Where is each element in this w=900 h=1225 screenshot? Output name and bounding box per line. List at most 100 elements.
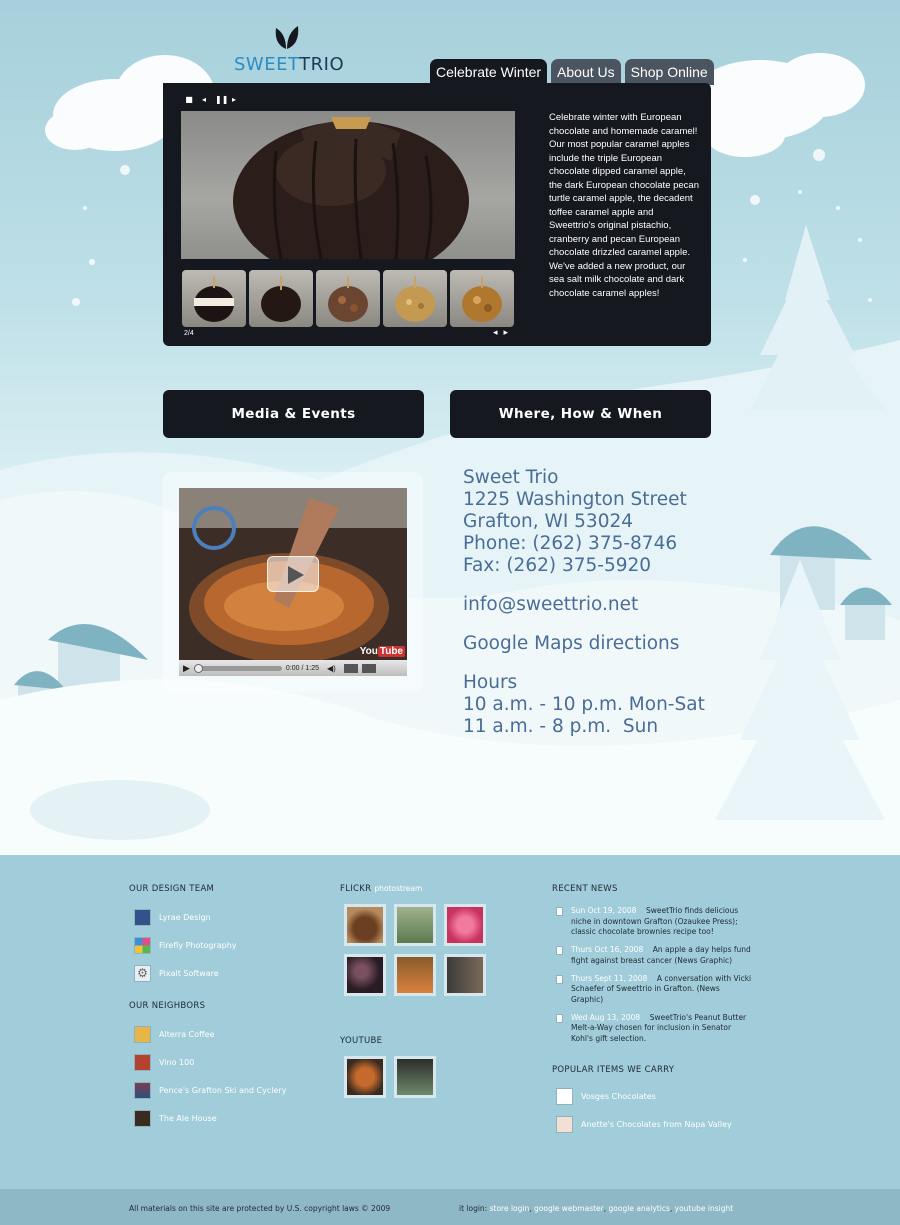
anettes-icon [556, 1116, 573, 1134]
gear-icon: ⚙ [134, 964, 151, 982]
feature-description: Celebrate winter with European chocolate… [549, 112, 699, 299]
lyrae-icon [134, 908, 151, 926]
flickr-photo[interactable] [344, 904, 386, 946]
flickr-photo[interactable] [444, 904, 486, 946]
link-pences-ski-cyclery[interactable]: Pence's Grafton Ski and Cyclery [129, 1076, 286, 1104]
design-team-heading: OUR DESIGN TEAM [129, 884, 215, 894]
main-tabs: Celebrate Winter About Us Shop Online [430, 59, 714, 85]
vino-icon [134, 1053, 151, 1071]
news-date[interactable]: Thurs Sept 11, 2008 [571, 974, 647, 983]
play-icon[interactable]: ▶ [183, 663, 190, 674]
news-date[interactable]: Thurs Oct 16, 2008 [571, 945, 643, 954]
thumbnail-pecan-turtle-apple[interactable] [316, 270, 380, 327]
youtube-thumbnail[interactable] [394, 1056, 436, 1098]
news-date[interactable]: Wed Aug 13, 2008 [571, 1013, 640, 1022]
news-date[interactable]: Sun Oct 19, 2008 [571, 906, 636, 915]
news-item: Thurs Oct 16, 2008 An apple a day helps … [552, 945, 752, 966]
tab-celebrate-winter[interactable]: Celebrate Winter [430, 59, 548, 85]
link-label: The Ale House [159, 1113, 217, 1123]
video-time: 0:00 / 1:25 [285, 664, 320, 672]
email-link[interactable]: info@sweettrio.net [463, 594, 705, 616]
slide-thumbnails [182, 270, 514, 327]
hours-sunday: 11 a.m. - 8 p.m. Sun [463, 716, 659, 737]
link-label: Vino 100 [159, 1057, 195, 1067]
google-analytics-link[interactable]: google analytics [609, 1204, 670, 1213]
volume-icon[interactable]: ◀) [327, 664, 336, 673]
news-item: Wed Aug 13, 2008 SweetTrio's Peanut Butt… [552, 1013, 752, 1045]
video-play-button[interactable] [267, 556, 319, 592]
flickr-photo[interactable] [344, 954, 386, 996]
flickr-photo[interactable] [444, 954, 486, 996]
login-prefix: it login: [459, 1204, 488, 1213]
link-anettes-chocolates[interactable]: Anette's Chocolates from Napa Valley [552, 1111, 752, 1139]
youtube-thumbnail[interactable] [344, 1056, 386, 1098]
thumbnail-white-chocolate-apple[interactable] [182, 270, 246, 327]
footer-col-links: OUR DESIGN TEAM Lyrae Design Firefly Pho… [129, 884, 286, 1132]
document-icon [556, 974, 563, 984]
next-slide-icon[interactable]: ▸ [504, 328, 509, 338]
thumbnail-dark-chocolate-apple[interactable] [249, 270, 313, 327]
link-alterra-coffee[interactable]: Alterra Coffee [129, 1020, 286, 1048]
previous-icon[interactable]: ◂ [200, 96, 208, 104]
link-lyrae-design[interactable]: Lyrae Design [129, 903, 286, 931]
tab-about-us[interactable]: About Us [551, 59, 621, 85]
video-controls: ▶ 0:00 / 1:25 ◀) [179, 660, 407, 676]
slideshow-controls: ■ ◂ ❚❚ ▸ [185, 96, 238, 104]
link-label: Pixalt Software [159, 968, 219, 978]
fullscreen-icon[interactable] [343, 663, 358, 673]
link-ale-house[interactable]: The Ale House [129, 1104, 286, 1132]
leaf-icon [275, 26, 299, 49]
link-vosges-chocolates[interactable]: Vosges Chocolates [552, 1083, 752, 1111]
thumbnail-nut-apple[interactable] [450, 270, 514, 327]
thumbnail-toffee-apple[interactable] [383, 270, 447, 327]
logo-wordmark: SWEETTRIO [234, 54, 344, 75]
link-label: Anette's Chocolates from Napa Valley [581, 1120, 732, 1130]
contact-info: Sweet Trio 1225 Washington Street Grafto… [463, 467, 705, 738]
link-label: Vosges Chocolates [581, 1092, 656, 1102]
popular-items-heading: POPULAR ITEMS WE CARRY [552, 1064, 675, 1075]
news-item: Sun Oct 19, 2008 SweetTrio finds delicio… [552, 906, 752, 938]
youtube-insight-link[interactable]: youtube insight [675, 1204, 734, 1213]
flickr-photo[interactable] [394, 954, 436, 996]
ale-house-icon [134, 1109, 151, 1127]
progress-handle[interactable] [193, 663, 203, 673]
youtube-video-grid [344, 1056, 486, 1098]
stop-icon[interactable]: ■ [185, 96, 193, 104]
document-icon [556, 907, 563, 916]
google-maps-link[interactable]: Google Maps directions [463, 633, 705, 655]
chocolate-apple-photo [233, 117, 469, 259]
link-label: Alterra Coffee [159, 1029, 215, 1039]
sweettrio-logo[interactable]: SWEETTRIO [234, 24, 344, 76]
feature-slideshow: ■ ◂ ❚❚ ▸ 2/4 ◂ ▸ Celebrate winter with E… [163, 83, 711, 346]
link-label: Lyrae Design [159, 912, 211, 922]
link-firefly-photography[interactable]: Firefly Photography [129, 931, 286, 959]
flickr-photo-grid [344, 904, 486, 996]
previous-slide-icon[interactable]: ◂ [493, 328, 498, 338]
business-name: Sweet Trio [463, 467, 559, 488]
menu-icon[interactable] [361, 663, 376, 673]
tab-shop-online[interactable]: Shop Online [624, 59, 714, 85]
hours-heading: Hours [463, 672, 518, 693]
flickr-photo[interactable] [394, 904, 436, 946]
store-login-link[interactable]: store login [490, 1204, 530, 1213]
logo-prefix: SWEET [234, 54, 300, 75]
hours-weekday: 10 a.m. - 10 p.m. Mon-Sat [463, 694, 705, 715]
where-how-when-button[interactable]: Where, How & When [450, 390, 711, 438]
pause-icon[interactable]: ❚❚ [215, 96, 228, 104]
slide-nav: ◂ ▸ [493, 328, 508, 338]
google-webmaster-link[interactable]: google webmaster [534, 1204, 604, 1213]
next-icon[interactable]: ▸ [230, 96, 238, 104]
bottom-bar: All materials on this site are protected… [0, 1189, 900, 1225]
neighbors-heading: OUR NEIGHBORS [129, 1001, 206, 1011]
youtube-video-player[interactable]: You Tube ▶ 0:00 / 1:25 ◀) [179, 488, 407, 676]
progress-bar[interactable] [193, 663, 282, 673]
media-events-button[interactable]: Media & Events [163, 390, 424, 438]
vosges-icon [556, 1088, 573, 1106]
youtube-heading: YOUTUBE [340, 1036, 383, 1046]
site-login-links: it login: store login, google webmaster,… [459, 1204, 734, 1213]
street-address: 1225 Washington Street [463, 489, 687, 510]
youtube-logo: You Tube [360, 646, 405, 657]
design-team-list: Lyrae Design Firefly Photography ⚙ Pixalt… [129, 903, 286, 987]
link-pixalt-software[interactable]: ⚙ Pixalt Software [129, 959, 286, 987]
link-vino-100[interactable]: Vino 100 [129, 1048, 286, 1076]
